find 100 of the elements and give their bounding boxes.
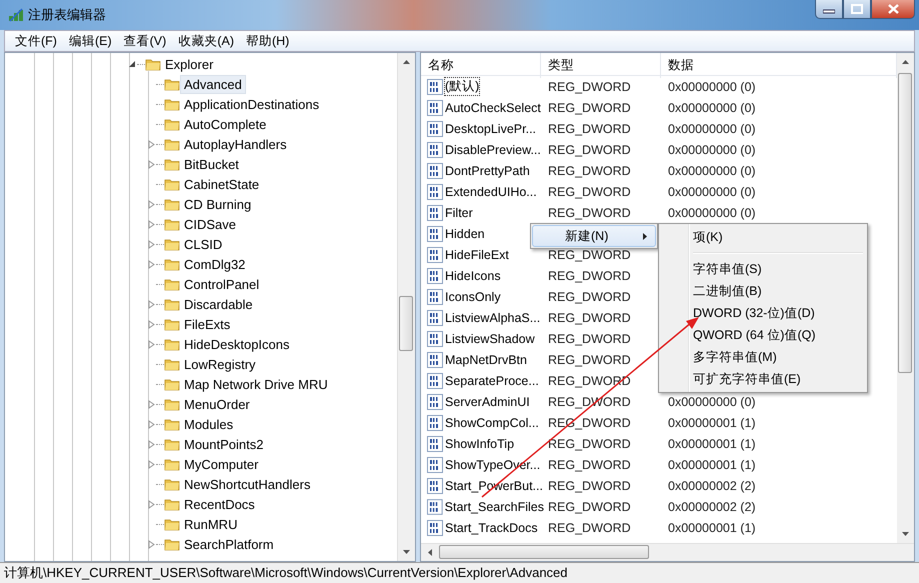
minimize-button[interactable]: [815, 0, 843, 19]
expand-icon[interactable]: [146, 220, 156, 228]
tree-item[interactable]: MyComputer: [180, 454, 262, 474]
column-header[interactable]: 类型: [541, 53, 661, 78]
value-name[interactable]: AutoCheckSelect: [444, 100, 542, 116]
tree-item[interactable]: HideDesktopIcons: [180, 334, 294, 354]
value-name[interactable]: DontPrettyPath: [444, 162, 531, 178]
menu-item[interactable]: 查看(V): [118, 32, 172, 50]
tree-item[interactable]: FileExts: [180, 314, 234, 334]
menu-item[interactable]: 多字符串值(M): [661, 346, 865, 368]
expand-icon[interactable]: [146, 400, 156, 408]
value-name[interactable]: Start_TrackDocs: [444, 520, 539, 536]
value-name[interactable]: Start_SearchFiles: [444, 498, 545, 514]
value-name[interactable]: ShowCompCol...: [444, 414, 540, 430]
binary-value-icon: [427, 78, 443, 94]
tree-item[interactable]: CabinetState: [180, 174, 264, 194]
binary-value-icon: [427, 184, 443, 200]
binary-value-icon: [427, 436, 443, 452]
value-name[interactable]: HideIcons: [444, 268, 502, 284]
tree-item[interactable]: AutoplayHandlers: [180, 134, 291, 154]
collapse-icon[interactable]: [128, 60, 136, 68]
tree-item[interactable]: RunMRU: [180, 514, 242, 534]
value-name[interactable]: ListviewAlphaS...: [444, 310, 542, 326]
expand-icon[interactable]: [146, 540, 156, 548]
tree-item[interactable]: CD Burning: [180, 194, 256, 214]
value-name[interactable]: ShowInfoTip: [444, 436, 516, 452]
tree-item[interactable]: RecentDocs: [180, 494, 259, 514]
menu-item[interactable]: 可扩充字符串值(E): [661, 368, 865, 390]
menu-item[interactable]: DWORD (32-位)值(D): [661, 302, 865, 324]
expand-icon[interactable]: [146, 460, 156, 468]
menu-item[interactable]: QWORD (64 位)值(Q): [661, 324, 865, 346]
scroll-thumb[interactable]: [898, 73, 912, 373]
value-name[interactable]: ExtendedUIHo...: [444, 184, 538, 200]
tree-item[interactable]: CLSID: [180, 234, 226, 254]
expand-icon[interactable]: [146, 300, 156, 308]
horizontal-scrollbar[interactable]: [421, 543, 914, 561]
tree-item[interactable]: NewShortcutHandlers: [180, 474, 314, 494]
tree-item[interactable]: MenuOrder: [180, 394, 254, 414]
tree-item[interactable]: CIDSave: [180, 214, 240, 234]
value-name[interactable]: Hidden: [444, 226, 486, 242]
expand-icon[interactable]: [146, 160, 156, 168]
expand-icon[interactable]: [146, 420, 156, 428]
menu-item[interactable]: 字符串值(S): [661, 258, 865, 280]
binary-value-icon: [427, 162, 443, 178]
tree-item[interactable]: ControlPanel: [180, 274, 264, 294]
menu-item[interactable]: 新建(N): [532, 225, 656, 247]
tree-item[interactable]: ApplicationDestinations: [180, 94, 324, 114]
value-name[interactable]: MapNetDrvBtn: [444, 352, 528, 368]
expand-icon[interactable]: [146, 440, 156, 448]
value-name[interactable]: IconsOnly: [444, 288, 502, 304]
tree-item[interactable]: LowRegistry: [180, 354, 260, 374]
tree-item[interactable]: SearchPlatform: [180, 534, 278, 554]
expand-icon[interactable]: [146, 140, 156, 148]
scroll-left-icon[interactable]: [427, 548, 433, 557]
tree-item[interactable]: BitBucket: [180, 154, 243, 174]
close-button[interactable]: [871, 0, 915, 19]
menu-item[interactable]: 项(K): [661, 226, 865, 248]
expand-icon[interactable]: [146, 260, 156, 268]
value-name[interactable]: SeparateProce...: [444, 372, 540, 388]
menu-item[interactable]: 帮助(H): [240, 32, 296, 50]
tree-item[interactable]: Discardable: [180, 294, 257, 314]
value-name[interactable]: DesktopLivePr...: [444, 120, 538, 136]
maximize-button[interactable]: [843, 0, 871, 19]
menu-item[interactable]: 收藏夹(A): [172, 32, 240, 50]
scroll-down-icon[interactable]: [402, 549, 411, 555]
tree-item[interactable]: ComDlg32: [180, 254, 250, 274]
expand-icon[interactable]: [146, 200, 156, 208]
column-header[interactable]: 名称: [421, 53, 541, 78]
scroll-thumb[interactable]: [399, 296, 413, 351]
menu-item[interactable]: 编辑(E): [62, 32, 118, 50]
expand-icon[interactable]: [146, 320, 156, 328]
tree-item[interactable]: AutoComplete: [180, 114, 270, 134]
expand-icon[interactable]: [146, 500, 156, 508]
tree-item[interactable]: Map Network Drive MRU: [180, 374, 332, 394]
binary-value-icon: [427, 414, 443, 430]
tree-item[interactable]: Modules: [180, 414, 238, 434]
value-name[interactable]: HideFileExt: [444, 246, 510, 262]
scroll-up-icon[interactable]: [901, 59, 910, 65]
tree-item[interactable]: Explorer: [161, 54, 218, 74]
value-name[interactable]: DisablePreview...: [444, 142, 542, 158]
binary-value-icon: [427, 268, 443, 284]
expand-icon[interactable]: [146, 240, 156, 248]
value-name[interactable]: ServerAdminUI: [444, 394, 531, 410]
value-name[interactable]: (默认): [444, 77, 480, 96]
scroll-up-icon[interactable]: [402, 59, 411, 65]
vertical-scrollbar[interactable]: [897, 53, 914, 543]
tree-item[interactable]: MountPoints2: [180, 434, 268, 454]
value-type: REG_DWORD: [547, 164, 632, 178]
menu-item[interactable]: 二进制值(B): [661, 280, 865, 302]
tree-item[interactable]: Advanced: [180, 74, 246, 94]
scroll-thumb[interactable]: [439, 545, 649, 559]
expand-icon[interactable]: [146, 340, 156, 348]
scroll-down-icon[interactable]: [901, 531, 910, 537]
binary-value-icon: [427, 226, 443, 242]
value-type: REG_DWORD: [547, 142, 632, 156]
menu-item[interactable]: 文件(F): [9, 32, 63, 50]
value-name[interactable]: ListviewShadow: [444, 330, 536, 346]
vertical-scrollbar[interactable]: [397, 53, 415, 561]
value-data: 0x00000000 (0): [667, 142, 757, 156]
value-name[interactable]: Filter: [444, 204, 474, 220]
